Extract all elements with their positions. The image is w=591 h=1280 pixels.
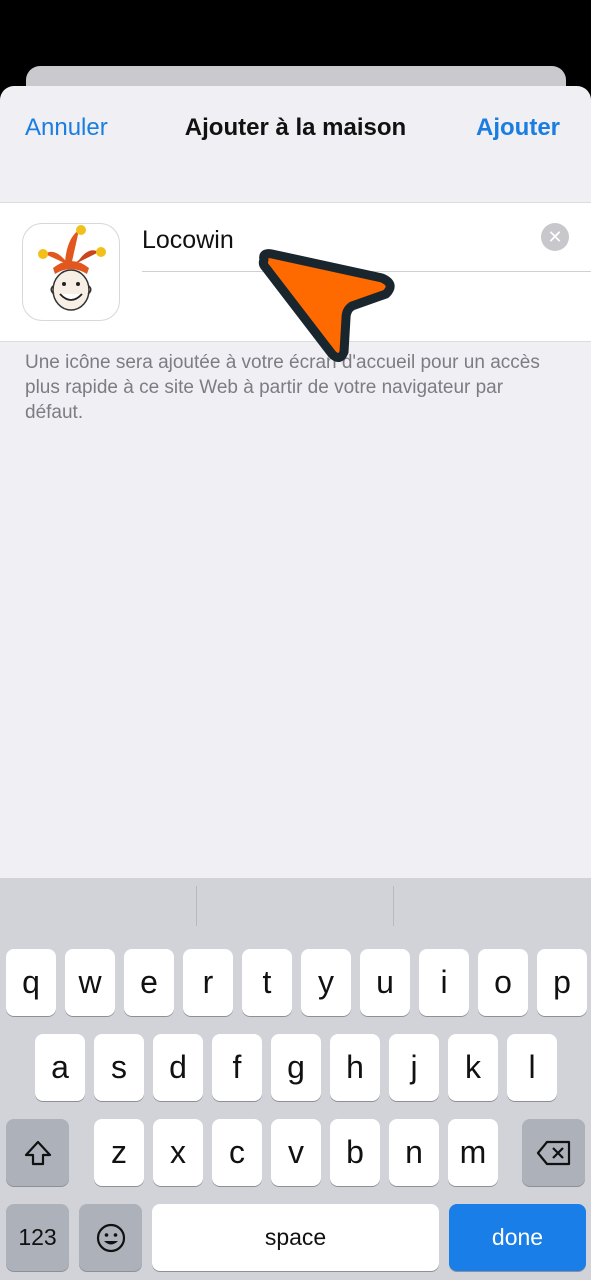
key-g[interactable]: g bbox=[271, 1034, 321, 1101]
key-z[interactable]: z bbox=[94, 1119, 144, 1186]
key-l[interactable]: l bbox=[507, 1034, 557, 1101]
key-i[interactable]: i bbox=[419, 949, 469, 1016]
space-key[interactable]: space bbox=[152, 1204, 439, 1271]
shift-icon bbox=[24, 1140, 51, 1165]
shift-key[interactable] bbox=[6, 1119, 69, 1186]
key-o[interactable]: o bbox=[478, 949, 528, 1016]
key-m[interactable]: m bbox=[448, 1119, 498, 1186]
key-e[interactable]: e bbox=[124, 949, 174, 1016]
add-button[interactable]: Ajouter bbox=[476, 114, 560, 142]
key-j[interactable]: j bbox=[389, 1034, 439, 1101]
keyboard: qwertyuiop asdfghjkl zxcvbnm 123 space d… bbox=[0, 878, 591, 1280]
emoji-key[interactable] bbox=[79, 1204, 142, 1271]
key-f[interactable]: f bbox=[212, 1034, 262, 1101]
jester-app-icon bbox=[22, 223, 120, 321]
key-p[interactable]: p bbox=[537, 949, 587, 1016]
backspace-icon bbox=[536, 1140, 570, 1165]
key-y[interactable]: y bbox=[301, 949, 351, 1016]
key-d[interactable]: d bbox=[153, 1034, 203, 1101]
key-t[interactable]: t bbox=[242, 949, 292, 1016]
key-b[interactable]: b bbox=[330, 1119, 380, 1186]
description-text: Une icône sera ajoutée à votre écran d'a… bbox=[25, 352, 540, 423]
numbers-key[interactable]: 123 bbox=[6, 1204, 69, 1271]
key-u[interactable]: u bbox=[360, 949, 410, 1016]
key-a[interactable]: a bbox=[35, 1034, 85, 1101]
shortcut-card bbox=[0, 202, 591, 342]
cancel-button[interactable]: Annuler bbox=[25, 114, 108, 142]
suggestion-bar bbox=[0, 878, 591, 938]
key-h[interactable]: h bbox=[330, 1034, 380, 1101]
input-underline bbox=[142, 271, 591, 272]
shortcut-name-input[interactable] bbox=[142, 225, 562, 255]
clear-text-icon[interactable]: ✕ bbox=[541, 223, 569, 251]
key-r[interactable]: r bbox=[183, 949, 233, 1016]
key-n[interactable]: n bbox=[389, 1119, 439, 1186]
key-q[interactable]: q bbox=[6, 949, 56, 1016]
key-k[interactable]: k bbox=[448, 1034, 498, 1101]
emoji-icon bbox=[96, 1223, 125, 1252]
navbar: Annuler Ajouter à la maison Ajouter bbox=[0, 86, 591, 176]
key-x[interactable]: x bbox=[153, 1119, 203, 1186]
key-s[interactable]: s bbox=[94, 1034, 144, 1101]
suggestion-divider bbox=[393, 886, 394, 926]
backspace-key[interactable] bbox=[522, 1119, 585, 1186]
key-w[interactable]: w bbox=[65, 949, 115, 1016]
done-key[interactable]: done bbox=[449, 1204, 586, 1271]
suggestion-divider bbox=[196, 886, 197, 926]
key-c[interactable]: c bbox=[212, 1119, 262, 1186]
key-v[interactable]: v bbox=[271, 1119, 321, 1186]
